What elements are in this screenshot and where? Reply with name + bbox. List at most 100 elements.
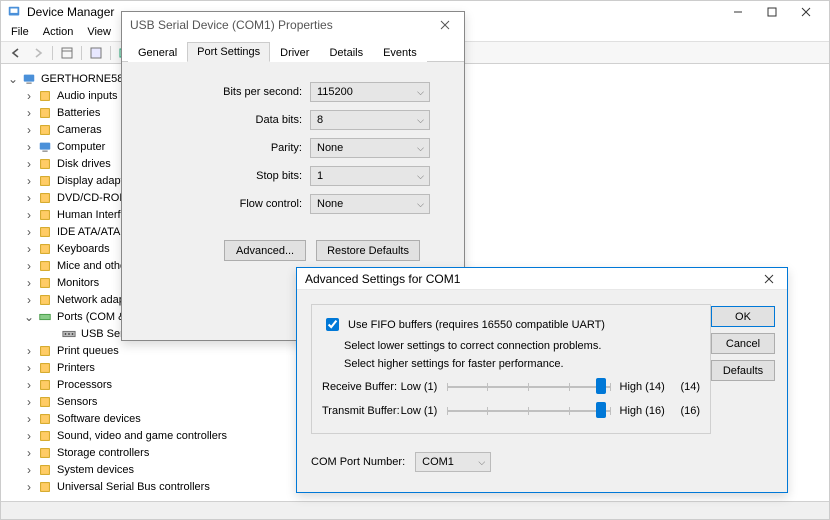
tree-twisty-icon[interactable]: › xyxy=(23,107,35,119)
properties-titlebar: USB Serial Device (COM1) Properties xyxy=(122,12,464,38)
chevron-down-icon: ⌵ xyxy=(478,457,485,468)
use-fifo-checkbox[interactable]: Use FIFO buffers (requires 16550 compati… xyxy=(322,315,700,334)
tree-twisty-icon[interactable]: › xyxy=(23,277,35,289)
serial-icon xyxy=(61,327,77,341)
tree-twisty-icon[interactable]: › xyxy=(23,396,35,408)
storage-icon xyxy=(37,446,53,460)
properties-button[interactable] xyxy=(85,43,107,63)
tree-twisty-icon[interactable]: › xyxy=(23,447,35,459)
display-icon xyxy=(37,174,53,188)
status-bar xyxy=(1,501,829,519)
advanced-settings-dialog: Advanced Settings for COM1 Use FIFO buff… xyxy=(296,267,788,493)
com-port-value: COM1 xyxy=(422,456,454,468)
com-port-select[interactable]: COM1 ⌵ xyxy=(415,452,491,472)
defaults-button[interactable]: Defaults xyxy=(711,360,775,381)
advanced-button[interactable]: Advanced... xyxy=(224,240,306,261)
menu-action[interactable]: Action xyxy=(37,25,80,39)
prop-select-0[interactable]: 115200⌵ xyxy=(310,82,430,102)
tree-twisty-icon[interactable]: › xyxy=(23,413,35,425)
sensor-icon xyxy=(37,395,53,409)
printer-icon xyxy=(37,344,53,358)
receive-buffer-label: Receive Buffer: xyxy=(322,381,401,393)
tab-general[interactable]: General xyxy=(128,43,187,62)
tree-item-label: Disk drives xyxy=(55,158,111,170)
tab-driver[interactable]: Driver xyxy=(270,43,319,62)
tree-twisty-icon[interactable]: › xyxy=(23,209,35,221)
tree-twisty-icon[interactable]: › xyxy=(23,464,35,476)
maximize-button[interactable] xyxy=(755,1,789,23)
minimize-button[interactable] xyxy=(721,1,755,23)
audio-icon xyxy=(37,89,53,103)
prop-label: Stop bits: xyxy=(138,170,310,182)
tree-twisty-icon[interactable]: › xyxy=(23,175,35,187)
back-button[interactable] xyxy=(5,43,27,63)
chevron-down-icon: ⌵ xyxy=(417,199,424,210)
tree-twisty-icon[interactable]: › xyxy=(23,243,35,255)
transmit-buffer-slider[interactable] xyxy=(447,404,610,418)
network-icon xyxy=(37,293,53,307)
tree-item-label: Batteries xyxy=(55,107,100,119)
tree-twisty-icon[interactable]: › xyxy=(23,192,35,204)
tree-twisty-icon[interactable]: › xyxy=(23,379,35,391)
dvd-icon xyxy=(37,191,53,205)
tab-port-settings[interactable]: Port Settings xyxy=(187,42,270,62)
tree-twisty-icon[interactable]: › xyxy=(23,481,35,493)
forward-button[interactable] xyxy=(27,43,49,63)
tab-details[interactable]: Details xyxy=(319,43,373,62)
prop-select-2[interactable]: None⌵ xyxy=(310,138,430,158)
ports-icon xyxy=(37,310,53,324)
slider-thumb-icon[interactable] xyxy=(596,378,606,394)
prop-label: Flow control: xyxy=(138,198,310,210)
show-hide-tree-button[interactable] xyxy=(56,43,78,63)
receive-buffer-slider[interactable] xyxy=(447,380,610,394)
prop-select-4[interactable]: None ⌵ xyxy=(310,194,430,214)
tree-item-label: Universal Serial Bus controllers xyxy=(55,481,210,493)
tree-item-label: Processors xyxy=(55,379,112,391)
tree-twisty-icon[interactable]: › xyxy=(23,124,35,136)
transmit-high-label: High (16) xyxy=(620,405,672,417)
prop-select-3[interactable]: 1⌵ xyxy=(310,166,430,186)
prop-value: 8 xyxy=(317,114,323,126)
cpu-icon xyxy=(37,378,53,392)
tree-twisty-icon[interactable]: › xyxy=(23,141,35,153)
cancel-button[interactable]: Cancel xyxy=(711,333,775,354)
tree-item-label: Keyboards xyxy=(55,243,110,255)
monitor-icon xyxy=(37,276,53,290)
tree-twisty-icon[interactable]: › xyxy=(23,345,35,357)
disk-icon xyxy=(37,157,53,171)
app-icon xyxy=(7,5,21,19)
slider-thumb-icon[interactable] xyxy=(596,402,606,418)
tree-twisty-icon[interactable]: ⌄ xyxy=(23,311,35,323)
tree-twisty-icon[interactable]: › xyxy=(23,430,35,442)
computer-icon xyxy=(37,140,53,154)
restore-defaults-button[interactable]: Restore Defaults xyxy=(316,240,420,261)
tree-twisty-icon[interactable]: › xyxy=(23,294,35,306)
camera-icon xyxy=(37,123,53,137)
tree-twisty-icon[interactable]: › xyxy=(23,260,35,272)
close-button[interactable] xyxy=(789,1,823,23)
menu-file[interactable]: File xyxy=(5,25,35,39)
chevron-down-icon: ⌵ xyxy=(417,115,424,126)
tree-twisty-icon[interactable]: › xyxy=(23,226,35,238)
use-fifo-input[interactable] xyxy=(326,318,339,331)
tree-twisty-icon[interactable]: ⌄ xyxy=(7,73,19,85)
close-icon[interactable] xyxy=(434,15,456,35)
keyboard-icon xyxy=(37,242,53,256)
receive-low-label: Low (1) xyxy=(401,381,447,393)
prop-label: Parity: xyxy=(138,142,310,154)
tab-events[interactable]: Events xyxy=(373,43,427,62)
prop-value: None xyxy=(317,198,343,210)
hint-lower: Select lower settings to correct connect… xyxy=(344,340,700,352)
prop-value: None xyxy=(317,142,343,154)
menu-view[interactable]: View xyxy=(81,25,117,39)
tree-twisty-icon[interactable]: › xyxy=(23,362,35,374)
tree-item-label: Print queues xyxy=(55,345,119,357)
tree-item-label: Monitors xyxy=(55,277,99,289)
prop-select-1[interactable]: 8⌵ xyxy=(310,110,430,130)
fifo-group: Use FIFO buffers (requires 16550 compati… xyxy=(311,304,711,434)
tree-item-label: Software devices xyxy=(55,413,141,425)
tree-twisty-icon[interactable]: › xyxy=(23,158,35,170)
tree-twisty-icon[interactable]: › xyxy=(23,90,35,102)
ok-button[interactable]: OK xyxy=(711,306,775,327)
close-icon[interactable] xyxy=(759,270,779,288)
